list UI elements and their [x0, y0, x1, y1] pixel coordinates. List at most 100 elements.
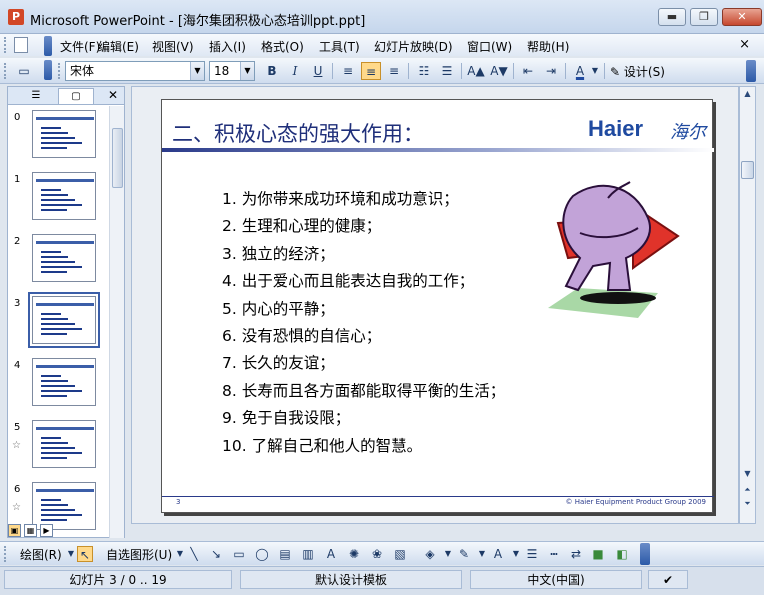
dash-style-icon[interactable]: ┅ [546, 546, 562, 562]
align-right-icon[interactable]: ≡ [384, 62, 404, 80]
scrollbar-thumb[interactable] [741, 161, 754, 179]
toolbar-grip[interactable] [4, 546, 8, 562]
vertical-text-box-icon[interactable]: ▥ [300, 546, 316, 562]
spelling-check-icon[interactable]: ✔ [648, 570, 688, 589]
chevron-down-icon[interactable]: ▼ [508, 546, 524, 562]
slide-bullet-list[interactable]: 1. 为你带来成功环境和成功意识； 2. 生理和心理的健康； 3. 独立的经济； 4.… [222, 186, 505, 460]
slide-page-number: 3 [176, 498, 181, 506]
toolbar-grip[interactable] [58, 63, 62, 79]
fill-color-icon[interactable]: ◈ [422, 546, 438, 562]
chevron-down-icon[interactable]: ▼ [474, 546, 490, 562]
next-slide-icon[interactable]: ⏷ [740, 497, 755, 511]
menu-help[interactable]: 帮助(H) [527, 38, 569, 55]
menu-view[interactable]: 视图(V) [152, 38, 194, 55]
slide-thumbnail-row[interactable]: 3 [8, 292, 108, 354]
restore-button[interactable]: ❐ [690, 8, 718, 26]
menu-edit[interactable]: 编辑(E) [98, 38, 139, 55]
slide-title[interactable]: 二、积极心态的强大作用： [172, 118, 424, 148]
close-button[interactable]: ✕ [722, 8, 762, 26]
arrow-style-icon[interactable]: ⇄ [568, 546, 584, 562]
arrow-tool-icon[interactable]: ↘ [208, 546, 224, 562]
decrease-indent-icon[interactable]: ⇤ [518, 62, 538, 80]
wordart-icon[interactable]: A [323, 546, 339, 562]
line-color-icon[interactable]: ✎ [456, 546, 472, 562]
menu-window[interactable]: 窗口(W) [467, 38, 512, 55]
increase-indent-icon[interactable]: ⇥ [541, 62, 561, 80]
bold-button[interactable]: B [262, 62, 282, 80]
previous-slide-icon[interactable]: ⏶ [740, 483, 755, 497]
line-tool-icon[interactable]: ╲ [186, 546, 202, 562]
slide-thumbnail-row[interactable]: 2 [8, 230, 108, 292]
chevron-down-icon[interactable]: ▼ [590, 62, 600, 80]
autoshapes-button[interactable]: 自选图形(U) [106, 546, 172, 563]
diagram-icon[interactable]: ✺ [346, 546, 362, 562]
tab-outline[interactable]: ☰ [18, 88, 54, 104]
slide-canvas[interactable]: 二、积极心态的强大作用： Haier 海尔 1. 为你带来成功环境和成功意识； 2… [161, 99, 714, 513]
chevron-down-icon[interactable]: ▼ [190, 62, 204, 80]
increase-font-icon[interactable]: A▲ [466, 62, 486, 80]
toolbar-overflow-chevron-icon[interactable] [44, 60, 52, 80]
line-style-icon[interactable]: ☰ [524, 546, 540, 562]
decrease-font-icon[interactable]: A▼ [489, 62, 509, 80]
chevron-down-icon[interactable]: ▼ [240, 62, 254, 80]
menu-insert[interactable]: 插入(I) [209, 38, 246, 55]
menu-tools[interactable]: 工具(T) [319, 38, 360, 55]
slide-thumbnail[interactable] [32, 172, 96, 220]
bullets-icon[interactable]: ☰ [437, 62, 457, 80]
slide-workspace[interactable]: 二、积极心态的强大作用： Haier 海尔 1. 为你带来成功环境和成功意识； 2… [131, 86, 739, 524]
underline-button[interactable]: U [308, 62, 328, 80]
slide-thumbnail[interactable] [28, 292, 100, 348]
insert-picture-icon[interactable]: ▧ [392, 546, 408, 562]
toolbar-grip[interactable] [4, 37, 8, 53]
design-button[interactable]: ✎ 设计(S) [610, 63, 665, 80]
slide-thumbnail-row[interactable]: 1 [8, 168, 108, 230]
text-box-icon[interactable]: ▤ [277, 546, 293, 562]
menu-slideshow[interactable]: 幻灯片放映(D) [374, 38, 453, 55]
normal-view-icon[interactable]: ▣ [8, 524, 21, 537]
draw-menu-button[interactable]: 绘图(R) [20, 546, 62, 563]
thumbnail-scrollbar[interactable] [109, 106, 124, 538]
scroll-down-icon[interactable]: ▼ [740, 467, 755, 481]
close-document-icon[interactable]: × [739, 37, 750, 52]
font-size-combo[interactable]: 18 ▼ [209, 61, 255, 81]
tab-slides[interactable]: ▢ [58, 88, 94, 104]
slide-sorter-view-icon[interactable]: ▦ [24, 524, 37, 537]
rectangle-tool-icon[interactable]: ▭ [231, 546, 247, 562]
slide-thumbnail[interactable] [32, 482, 96, 530]
font-color-icon[interactable]: A [490, 546, 506, 562]
align-center-icon[interactable]: ≡ [361, 62, 381, 80]
slide-thumbnail-row[interactable]: 5 ☆ [8, 416, 108, 478]
slideshow-view-icon[interactable]: ▶ [40, 524, 53, 537]
document-icon[interactable] [14, 37, 28, 53]
chevron-down-icon[interactable]: ▼ [440, 546, 456, 562]
numbering-icon[interactable]: ☷ [414, 62, 434, 80]
3d-style-icon[interactable]: ◧ [614, 546, 630, 562]
oval-tool-icon[interactable]: ◯ [254, 546, 270, 562]
slide-thumbnail[interactable] [32, 358, 96, 406]
shadow-style-icon[interactable]: ■ [590, 546, 606, 562]
select-pointer-icon[interactable]: ↖ [77, 546, 93, 562]
menu-overflow-chevron-icon[interactable] [44, 36, 52, 56]
minimize-button[interactable]: ▬ [658, 8, 686, 26]
slide-scrollbar[interactable]: ▲ ▼ ⏶ ⏷ [739, 86, 756, 524]
font-name-combo[interactable]: 宋体 ▼ [65, 61, 205, 81]
toolbar-overflow-chevron-icon[interactable] [640, 543, 650, 565]
new-document-icon[interactable]: ▭ [14, 62, 34, 80]
font-color-icon[interactable]: A [570, 62, 590, 80]
slide-thumbnail[interactable] [32, 110, 96, 158]
italic-button[interactable]: I [285, 62, 305, 80]
slide-thumbnail[interactable] [32, 234, 96, 282]
close-icon[interactable]: ✕ [108, 88, 118, 102]
toolbar-overflow-chevron-icon[interactable] [746, 60, 756, 82]
menu-file[interactable]: 文件(F) [60, 38, 100, 55]
slide-thumbnail[interactable] [32, 420, 96, 468]
toolbar-grip[interactable] [4, 63, 8, 79]
clipart-icon[interactable]: ❀ [369, 546, 385, 562]
slide-thumbnail-row[interactable]: 4 [8, 354, 108, 416]
align-left-icon[interactable]: ≡ [338, 62, 358, 80]
menu-format[interactable]: 格式(O) [261, 38, 304, 55]
scrollbar-thumb[interactable] [112, 128, 123, 188]
scroll-up-icon[interactable]: ▲ [740, 87, 755, 101]
slide-thumbnail-row[interactable]: 0 [8, 106, 108, 168]
clipart-figure-with-arrow[interactable] [538, 178, 688, 318]
